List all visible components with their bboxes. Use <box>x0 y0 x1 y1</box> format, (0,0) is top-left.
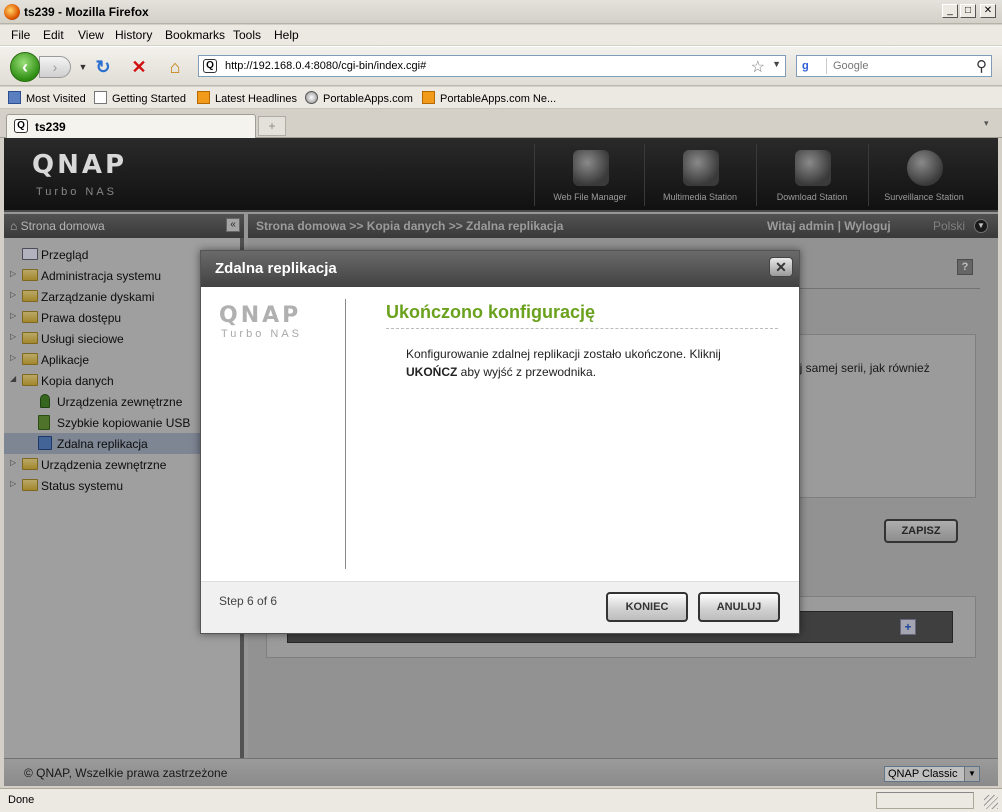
minimize-button[interactable]: _ <box>942 4 958 18</box>
window-titlebar: ts239 - Mozilla Firefox _ □ ✕ <box>0 0 1002 24</box>
web-file-manager-app[interactable]: Web File Manager <box>534 144 644 206</box>
dialog-heading: Ukończono konfigurację <box>386 302 596 322</box>
history-dropdown-icon[interactable]: ▼ <box>72 56 94 78</box>
dialog-divider <box>345 299 346 569</box>
message-line-2: aby wyjść z przewodnika. <box>457 365 597 379</box>
bookmark-portableapps[interactable]: PortableApps.com <box>305 91 413 105</box>
search-icon[interactable]: ⚲ <box>976 57 987 75</box>
bookmark-portableapps-news[interactable]: PortableApps.com Ne... <box>422 91 556 105</box>
tab-list-icon[interactable]: ▾ <box>984 118 989 129</box>
bookmarks-toolbar: Most Visited Getting Started Latest Head… <box>0 87 1002 109</box>
app-label: Surveillance Station <box>884 192 964 202</box>
app-label: Download Station <box>776 192 848 202</box>
page-icon <box>94 91 107 104</box>
menu-help[interactable]: Help <box>274 28 299 42</box>
dialog-qnap-logo: QNAP <box>219 303 302 328</box>
tab-label: ts239 <box>35 120 66 134</box>
message-bold: UKOŃCZ <box>406 365 458 379</box>
dialog-title: Zdalna replikacja <box>215 260 337 277</box>
bookmark-label: PortableApps.com Ne... <box>440 93 557 105</box>
tab-ts239[interactable]: Q ts239 <box>6 114 256 138</box>
dialog-footer: Step 6 of 6 KONIEC ANULUJ <box>201 581 799 633</box>
status-text: Done <box>8 794 35 806</box>
dialog-turbo-nas-label: Turbo NAS <box>221 328 303 340</box>
heading-underline <box>386 328 778 329</box>
search-bar[interactable]: g Google ⚲ <box>796 55 992 77</box>
bookmark-star-icon[interactable]: ☆ <box>751 57 765 77</box>
home-icon[interactable]: ⌂ <box>164 56 186 78</box>
message-line-1: Konfigurowanie zdalnej replikacji został… <box>406 347 721 361</box>
menu-view[interactable]: View <box>78 28 104 42</box>
stop-icon[interactable]: ✕ <box>128 56 150 78</box>
new-tab-button[interactable]: + <box>258 116 286 136</box>
finish-button[interactable]: KONIEC <box>606 592 688 622</box>
most-visited-icon <box>8 91 21 104</box>
surveillance-station-app[interactable]: Surveillance Station <box>868 144 978 206</box>
app-label: Multimedia Station <box>662 192 738 202</box>
menu-history[interactable]: History <box>115 28 152 42</box>
url-bar[interactable]: Q http://192.168.0.4:8080/cgi-bin/index.… <box>198 55 786 77</box>
window-title: ts239 - Mozilla Firefox <box>24 5 149 19</box>
camera-icon <box>907 150 943 186</box>
close-window-button[interactable]: ✕ <box>980 4 996 18</box>
forward-button[interactable]: › <box>39 56 71 78</box>
resize-grip-icon[interactable] <box>984 795 998 809</box>
maximize-button[interactable]: □ <box>960 4 976 18</box>
status-panel <box>876 792 974 809</box>
multimedia-station-icon <box>683 150 719 186</box>
url-text[interactable]: http://192.168.0.4:8080/cgi-bin/index.cg… <box>225 60 426 72</box>
bookmark-label: Getting Started <box>112 93 186 105</box>
app-label: Web File Manager <box>553 192 627 202</box>
portableapps-icon <box>305 91 318 104</box>
turbo-nas-label: Turbo NAS <box>36 186 118 198</box>
dialog-message: Konfigurowanie zdalnej replikacji został… <box>406 345 778 381</box>
rss-icon <box>422 91 435 104</box>
qnap-logo: QNAP <box>32 150 128 180</box>
back-button[interactable]: ‹ <box>10 52 40 82</box>
dialog-close-button[interactable]: ✕ <box>769 257 793 277</box>
navigation-toolbar: › ‹ ▼ ↻ ✕ ⌂ Q http://192.168.0.4:8080/cg… <box>0 46 1002 86</box>
page-content: QNAP Turbo NAS Web File Manager Multimed… <box>4 138 998 786</box>
url-dropdown-icon[interactable]: ▼ <box>772 59 781 69</box>
bookmark-getting-started[interactable]: Getting Started <box>94 91 186 105</box>
dialog-body: QNAP Turbo NAS Ukończono konfigurację Ko… <box>201 287 799 581</box>
menu-file[interactable]: File <box>11 28 30 42</box>
cancel-button[interactable]: ANULUJ <box>698 592 780 622</box>
menu-edit[interactable]: Edit <box>43 28 64 42</box>
menu-bookmarks[interactable]: Bookmarks <box>165 28 225 42</box>
rss-icon <box>197 91 210 104</box>
search-placeholder[interactable]: Google <box>833 60 868 72</box>
dialog-header: Zdalna replikacja ✕ <box>201 251 799 287</box>
bookmark-label: Latest Headlines <box>215 93 297 105</box>
search-engine-icon[interactable]: g <box>799 58 827 74</box>
download-station-app[interactable]: Download Station <box>756 144 866 206</box>
web-file-manager-icon <box>573 150 609 186</box>
tab-bar: Q ts239 + ▾ <box>0 110 1002 138</box>
tab-favicon: Q <box>14 119 28 133</box>
bookmark-most-visited[interactable]: Most Visited <box>8 91 86 105</box>
bookmark-latest-headlines[interactable]: Latest Headlines <box>197 91 297 105</box>
bookmark-label: Most Visited <box>26 93 86 105</box>
bookmark-label: PortableApps.com <box>323 93 413 105</box>
menu-tools[interactable]: Tools <box>233 28 261 42</box>
multimedia-station-app[interactable]: Multimedia Station <box>644 144 754 206</box>
status-bar: Done <box>0 788 1002 812</box>
download-station-icon <box>795 150 831 186</box>
replication-dialog: Zdalna replikacja ✕ QNAP Turbo NAS Ukońc… <box>200 250 800 634</box>
site-favicon: Q <box>203 59 217 73</box>
menu-bar: File Edit View History Bookmarks Tools H… <box>0 25 1002 45</box>
step-indicator: Step 6 of 6 <box>219 594 278 608</box>
reload-icon[interactable]: ↻ <box>92 56 114 78</box>
qnap-header: QNAP Turbo NAS Web File Manager Multimed… <box>4 138 998 212</box>
firefox-icon <box>4 4 20 20</box>
